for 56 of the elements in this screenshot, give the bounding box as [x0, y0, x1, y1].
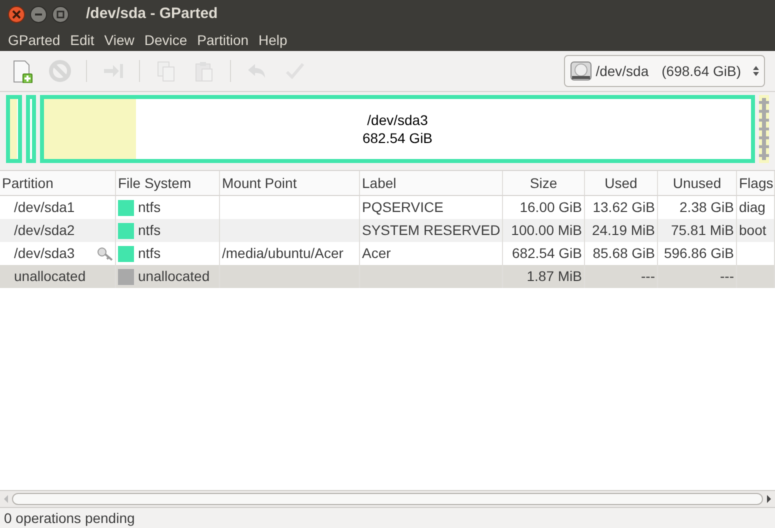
device-dropdown[interactable]: /dev/sda (698.64 GiB)	[564, 55, 765, 87]
menu-item[interactable]: View	[99, 30, 140, 50]
menu-item[interactable]: Device	[139, 30, 192, 50]
partition-segment[interactable]: /dev/sda3 682.54 GiB	[40, 95, 755, 163]
column-header[interactable]: Mount Point	[220, 171, 360, 195]
table-cell-text: ntfs	[138, 244, 161, 263]
unallocated-segment[interactable]	[759, 95, 769, 163]
table-cell-text: /dev/sda3	[13, 244, 75, 263]
table-cell-text: SYSTEM RESERVED	[362, 221, 500, 240]
menu-item[interactable]: Partition	[192, 30, 254, 50]
table-cell-text: /dev/sda1	[13, 198, 75, 217]
table-cell-text: /media/ubuntu/Acer	[222, 244, 344, 263]
partition-segment[interactable]	[6, 95, 22, 163]
maximize-icon[interactable]	[52, 6, 69, 23]
table-cell-text: ---	[641, 267, 655, 286]
table-cell-text: 24.19 MiB	[592, 221, 655, 240]
minimize-icon[interactable]	[30, 6, 47, 23]
table-cell-text: 75.81 MiB	[670, 221, 734, 240]
column-header[interactable]: Used	[585, 171, 658, 195]
table-cell-text: Acer	[362, 244, 391, 263]
column-header[interactable]: Partition	[0, 171, 116, 195]
table-cell-text: /dev/sda2	[13, 221, 75, 240]
scroll-right-icon[interactable]	[765, 494, 773, 504]
horizontal-scrollbar[interactable]	[0, 490, 775, 508]
table-cell-text: 2.38 GiB	[680, 198, 734, 217]
column-header[interactable]: Flags	[737, 171, 775, 195]
status-text: 0 operations pending	[4, 508, 135, 528]
window-title: /dev/sda - GParted	[86, 4, 218, 24]
table-cell-text: 1.87 MiB	[526, 267, 582, 286]
table-row[interactable]: /dev/sda2 ntfs SYSTEM RESERVED 100.00 MiB 24.19 MiB 75.81 MiB boot	[0, 219, 775, 242]
column-header[interactable]: Size	[503, 171, 585, 195]
table-row[interactable]: unallocated unallocated 1.87 MiB --- ---	[0, 265, 775, 288]
menu-item[interactable]: Edit	[65, 30, 100, 50]
table-cell-text: PQSERVICE	[362, 198, 444, 217]
menu-item[interactable]: GParted	[3, 30, 66, 50]
table-cell-text: ---	[720, 267, 734, 286]
table-cell-text: 596.86 GiB	[664, 244, 734, 263]
partition-segment[interactable]	[26, 95, 36, 163]
table-cell-text: ntfs	[138, 221, 161, 240]
spinner-arrows-icon	[752, 65, 760, 77]
table-cell-text: 100.00 MiB	[511, 221, 582, 240]
table-cell-text: 682.54 GiB	[512, 244, 582, 263]
table-cell-text: 85.68 GiB	[592, 244, 655, 263]
table-cell-text: unallocated	[138, 267, 210, 286]
table-cell-text: unallocated	[13, 267, 86, 286]
table-cell-text: 16.00 GiB	[520, 198, 582, 217]
menu-item[interactable]: Help	[254, 30, 292, 50]
column-header[interactable]: Label	[360, 171, 503, 195]
table-cell-text: ntfs	[138, 198, 161, 217]
column-header[interactable]: Unused	[658, 171, 737, 195]
table-cell-text: diag	[739, 198, 766, 217]
close-icon[interactable]	[8, 6, 25, 23]
table-cell-text: boot	[739, 221, 766, 240]
scroll-left-icon[interactable]	[2, 494, 10, 504]
table-cell-text: 13.62 GiB	[592, 198, 655, 217]
column-header[interactable]: File System	[116, 171, 220, 195]
